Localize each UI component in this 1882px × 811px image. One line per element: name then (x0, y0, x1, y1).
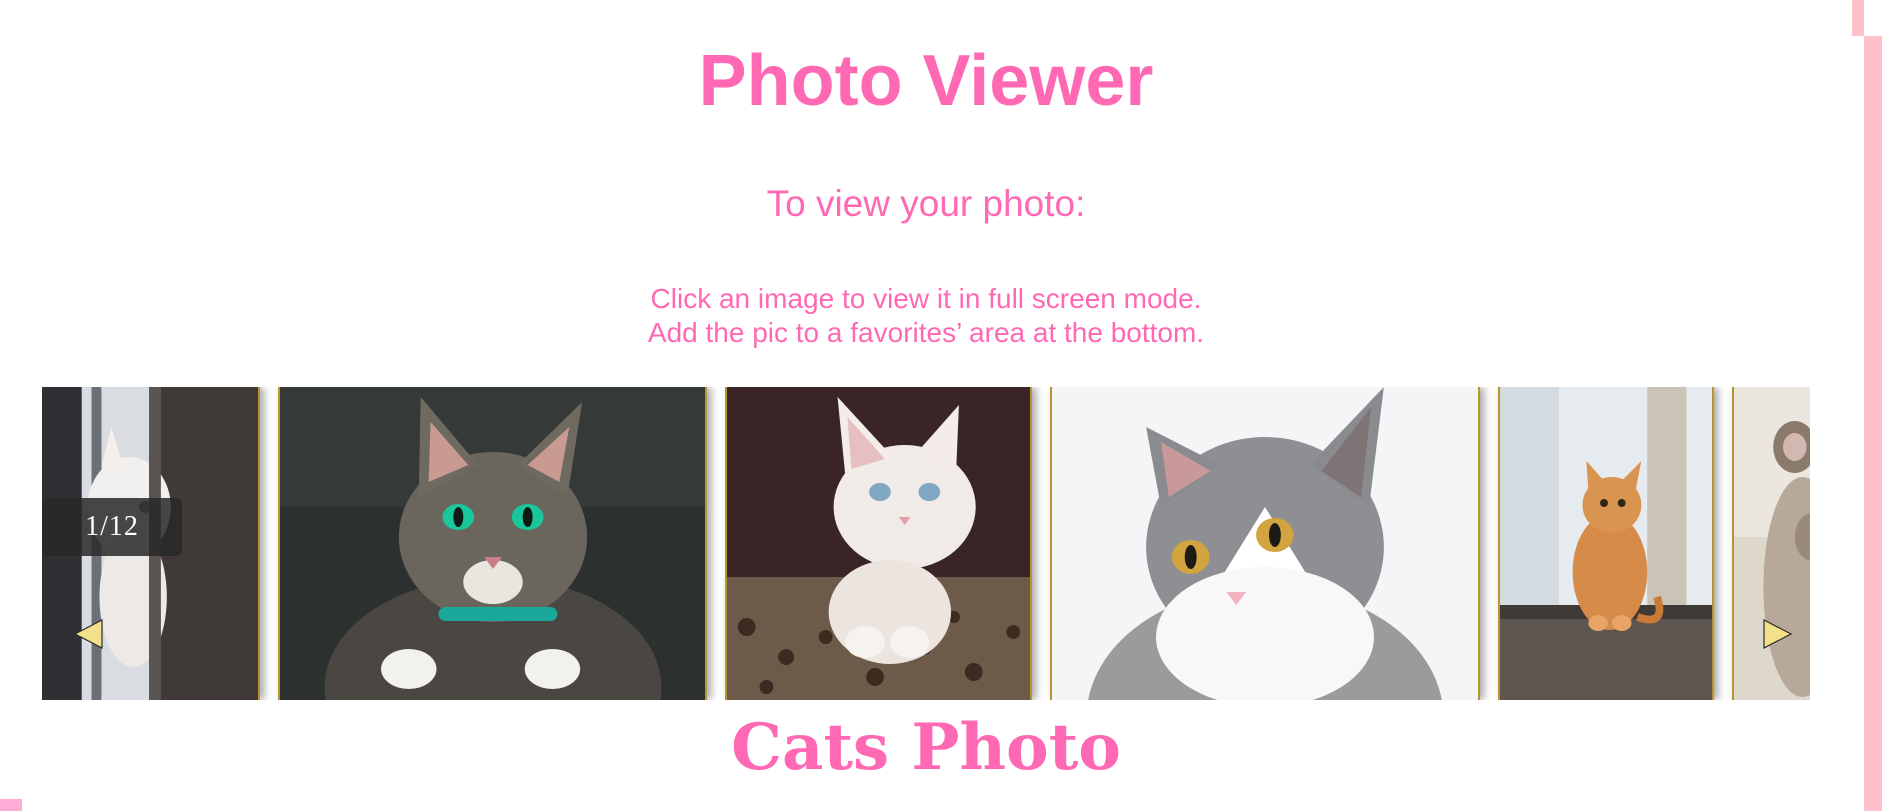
instructions: Click an image to view it in full screen… (0, 282, 1852, 350)
page-corner-accent (0, 799, 22, 811)
page-edge-accent (1864, 36, 1882, 811)
photo-grey-white-cat[interactable] (1050, 387, 1480, 700)
photo-orange-cat-window[interactable] (1498, 387, 1714, 700)
photo-white-kitten-blue-eyes[interactable] (725, 387, 1032, 700)
section-title: Cats Photo (731, 710, 1121, 785)
left-triangle-icon (73, 619, 103, 649)
subtitle: To view your photo: (766, 183, 1086, 224)
next-button[interactable] (1760, 614, 1796, 654)
instruction-line-1: Click an image to view it in full screen… (650, 283, 1202, 314)
photo-carousel[interactable]: 1/12 (42, 387, 1810, 700)
page-title: Photo Viewer (698, 41, 1154, 121)
previous-button[interactable] (70, 614, 106, 654)
image-counter: 1/12 (42, 498, 182, 556)
instruction-line-2: Add the pic to a favorites’ area at the … (647, 317, 1205, 348)
right-triangle-icon (1763, 619, 1793, 649)
page-edge-accent-top (1852, 0, 1864, 36)
photo-tabby-cat-green-eyes[interactable] (278, 387, 707, 700)
